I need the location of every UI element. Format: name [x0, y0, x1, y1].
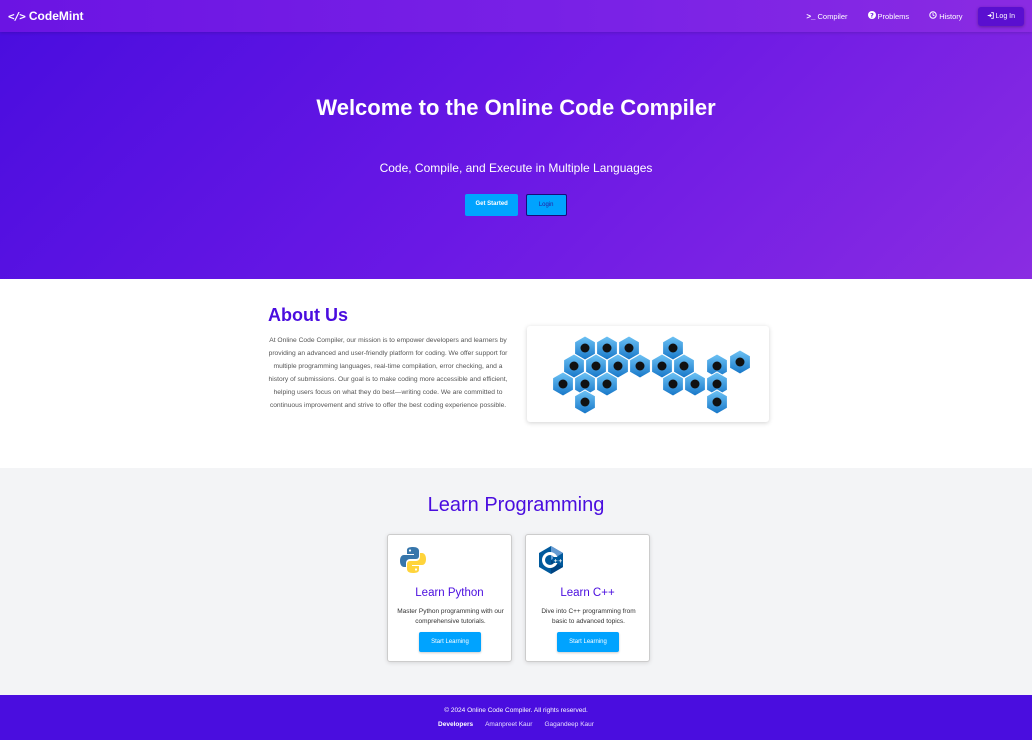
hexagon-icon — [580, 397, 590, 407]
nav-link-problems[interactable]: ? Problems — [859, 7, 919, 25]
get-started-button[interactable]: Get Started — [465, 194, 518, 216]
learn-section: Learn Programming Learn Python Master Py… — [0, 468, 1032, 695]
nav-link-compiler[interactable]: >_ Compiler — [797, 8, 856, 25]
start-learning-python-button[interactable]: Start Learning — [419, 632, 481, 652]
copyright-text: © 2024 Online Code Compiler. All rights … — [444, 707, 588, 714]
login-label: Log In — [995, 12, 1015, 20]
navbar: </> CodeMint >_ Compiler ? Problems Hist… — [0, 0, 1032, 32]
hexagon-icon — [712, 361, 722, 371]
hexagon-icon — [624, 343, 634, 353]
card-description: Dive into C++ programming from basic to … — [541, 608, 636, 625]
hexagon-icon — [657, 361, 667, 371]
learn-title: Learn Programming — [427, 494, 605, 516]
python-logo-icon — [398, 545, 428, 575]
question-circle-icon: ? — [867, 11, 876, 21]
hero-buttons: Get Started Login — [0, 194, 1032, 216]
footer: © 2024 Online Code Compiler. All rights … — [0, 695, 1032, 740]
hexagon-icon — [569, 361, 579, 371]
cpp-logo-icon: ++ — [536, 545, 566, 575]
hexagon-icon — [668, 343, 678, 353]
developer-name[interactable]: Gagandeep Kaur — [544, 721, 594, 728]
python-card: Learn Python Master Python programming w… — [387, 534, 512, 662]
hexagon-icon — [690, 379, 700, 389]
hexagon-icon — [580, 379, 590, 389]
nav-links: >_ Compiler ? Problems History Log In — [797, 6, 1024, 26]
nav-link-label: Problems — [877, 11, 910, 21]
brand-name: CodeMint — [28, 9, 84, 23]
hexagon-icon — [602, 343, 612, 353]
hexagon-icon — [679, 361, 689, 371]
sign-in-icon — [987, 11, 994, 21]
nav-link-history[interactable]: History — [920, 7, 971, 25]
hexagon-icon — [613, 361, 623, 371]
about-title: About Us — [268, 305, 348, 325]
terminal-icon: >_ — [806, 11, 816, 21]
hexagon-icon — [735, 357, 745, 367]
nav-link-label: Compiler — [817, 11, 848, 21]
about-text: At Online Code Compiler, our mission is … — [268, 337, 508, 409]
code-icon: </> — [8, 9, 26, 23]
hexagon-icon — [602, 379, 612, 389]
card-description: Master Python programming with our compr… — [397, 608, 504, 625]
hexagon-icon — [591, 361, 601, 371]
hero-login-button[interactable]: Login — [525, 194, 567, 216]
history-icon — [929, 11, 937, 21]
nav-link-label: History — [939, 11, 963, 21]
about-section: About Us At Online Code Compiler, our mi… — [0, 279, 1032, 468]
developers-list: Developers Amanpreet Kaur Gagandeep Kaur — [0, 721, 1032, 728]
developers-label: Developers — [438, 721, 474, 728]
hexagon-icon — [558, 379, 568, 389]
cpp-card: ++ Learn C++ Dive into C++ programming f… — [525, 534, 650, 662]
hero-section: Welcome to the Online Code Compiler Code… — [0, 32, 1032, 279]
hexagon-icon — [580, 343, 590, 353]
card-title: Learn Python — [415, 587, 484, 599]
hexagon-icon — [635, 361, 645, 371]
technology-hexagons-image — [527, 326, 769, 422]
brand-logo[interactable]: </> CodeMint — [8, 9, 84, 23]
svg-text:++: ++ — [553, 559, 563, 565]
hero-subtitle: Code, Compile, and Execute in Multiple L… — [379, 161, 653, 175]
hexagon-icon — [668, 379, 678, 389]
developer-name[interactable]: Amanpreet Kaur — [485, 721, 532, 728]
nav-login-button[interactable]: Log In — [977, 6, 1024, 26]
card-title: Learn C++ — [560, 587, 615, 599]
hero-title: Welcome to the Online Code Compiler — [316, 95, 716, 120]
hexagon-icon — [712, 379, 722, 389]
svg-text:?: ? — [870, 11, 874, 19]
start-learning-cpp-button[interactable]: Start Learning — [557, 632, 619, 652]
hexagon-icon — [712, 397, 722, 407]
